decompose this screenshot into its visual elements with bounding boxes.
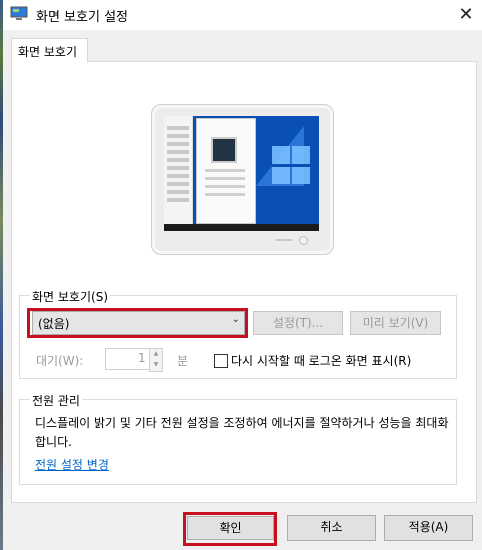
settings-button[interactable]: 설정(T)...: [253, 311, 343, 335]
spin-up-icon[interactable]: ▲: [151, 349, 161, 359]
power-button-icon: [299, 236, 308, 245]
monitor-preview: [151, 104, 334, 255]
wait-label: 대기(W):: [36, 354, 84, 368]
close-icon[interactable]: ✕: [455, 4, 477, 26]
tab-screensaver[interactable]: 화면 보호기: [11, 38, 88, 63]
preview-button[interactable]: 미리 보기(V): [350, 311, 441, 335]
dialog-window-thumb: [196, 118, 256, 224]
wait-value: 1: [138, 351, 146, 365]
highlight-box-ok: [183, 512, 277, 546]
taskbar-thumb: [164, 224, 319, 231]
power-description: 디스플레이 밝기 및 기타 전원 설정을 조정하여 에너지를 절약하거나 성능을…: [35, 416, 449, 449]
title-bar: 화면 보호기 설정 ✕: [3, 0, 482, 30]
wait-spinner[interactable]: ▲ ▼: [149, 348, 163, 372]
power-group-label: 전원 관리: [30, 392, 82, 409]
tab-label: 화면 보호기: [18, 45, 78, 59]
logon-checkbox[interactable]: [214, 354, 228, 368]
cancel-button[interactable]: 취소: [287, 515, 376, 541]
logon-checkbox-label: 다시 시작할 때 로그온 화면 표시(R): [231, 354, 412, 368]
windows-logo-icon: [272, 146, 310, 184]
preview-screen: [164, 116, 319, 231]
apply-button[interactable]: 적용(A): [384, 515, 473, 541]
monitor-bezel-bar: [276, 239, 292, 241]
settings-window-thumb: [164, 116, 193, 224]
wait-unit: 분: [177, 354, 189, 368]
window-title: 화면 보호기 설정: [36, 10, 128, 25]
display-settings-icon: [10, 6, 28, 20]
power-settings-link[interactable]: 전원 설정 변경: [35, 456, 109, 473]
spin-down-icon[interactable]: ▼: [151, 360, 161, 370]
highlight-box-dropdown: [27, 308, 248, 338]
wait-input[interactable]: 1: [105, 348, 153, 370]
screensaver-group-label: 화면 보호기(S): [30, 288, 110, 305]
